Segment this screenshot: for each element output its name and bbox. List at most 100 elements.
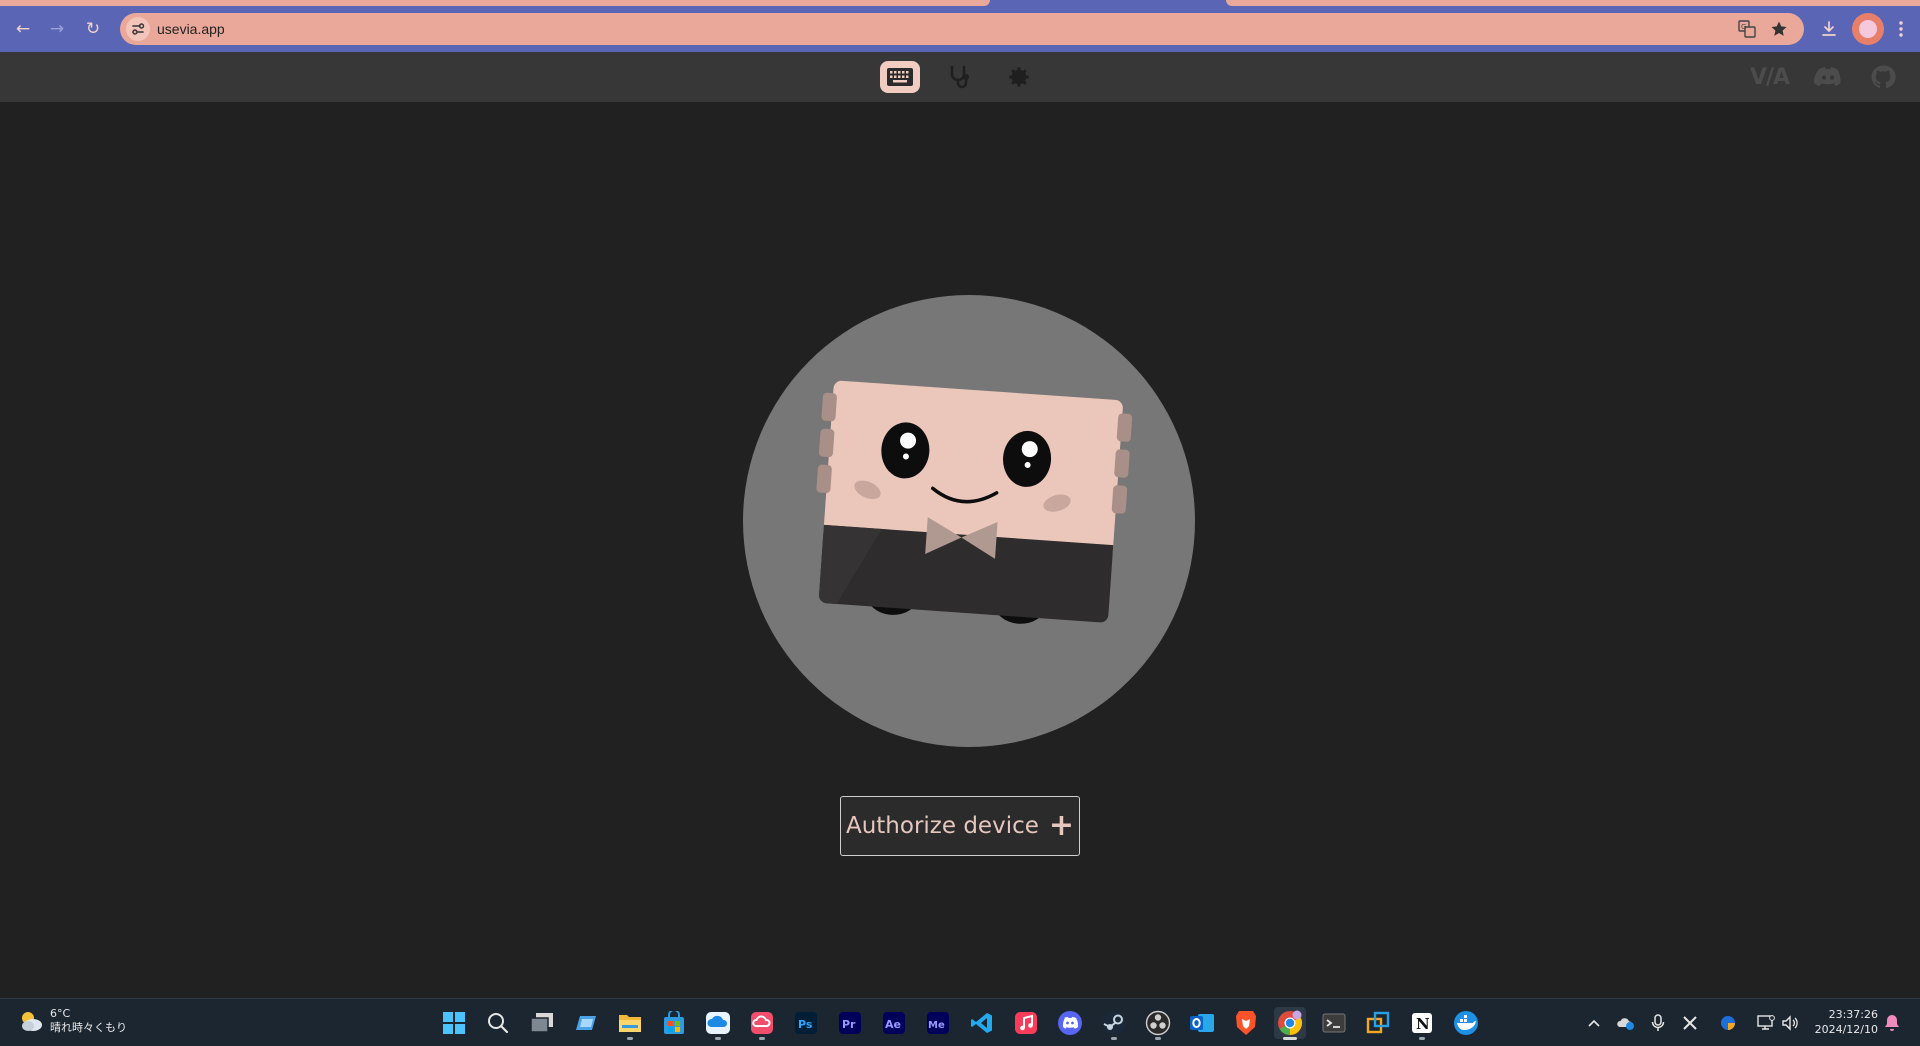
windows-start-icon bbox=[443, 1012, 465, 1034]
authorize-device-button[interactable]: Authorize device + bbox=[840, 796, 1080, 856]
mascot-illustration bbox=[816, 380, 1133, 624]
profile-avatar[interactable] bbox=[1852, 13, 1884, 45]
site-info-icon[interactable] bbox=[126, 17, 150, 41]
taskbar-chrome[interactable] bbox=[1274, 1007, 1306, 1040]
bookmark-star-icon[interactable] bbox=[1768, 19, 1790, 39]
vscode-icon bbox=[971, 1013, 992, 1033]
creative-cloud-icon bbox=[751, 1012, 773, 1034]
url-text[interactable]: usevia.app bbox=[157, 21, 225, 37]
photoshop-icon: Ps bbox=[795, 1012, 817, 1034]
taskbar-creative-cloud[interactable] bbox=[746, 1007, 778, 1040]
obs-icon bbox=[1145, 1010, 1171, 1036]
taskbar-widgets[interactable] bbox=[570, 1007, 602, 1039]
apple-music-icon bbox=[1015, 1012, 1037, 1034]
clock-time: 23:37:26 bbox=[1828, 1008, 1878, 1021]
discord-icon bbox=[1814, 67, 1841, 86]
taskbar-vscode[interactable] bbox=[966, 1007, 998, 1039]
taskbar-obs[interactable] bbox=[1142, 1007, 1174, 1040]
address-bar[interactable]: usevia.app G bbox=[120, 13, 1804, 45]
tray-app-icon[interactable] bbox=[1716, 1011, 1740, 1035]
avatar-image bbox=[1859, 20, 1877, 38]
svg-text:N: N bbox=[1416, 1015, 1430, 1033]
running-indicator bbox=[1283, 1037, 1297, 1040]
terminal-icon bbox=[1322, 1013, 1346, 1033]
tab-settings[interactable] bbox=[999, 61, 1039, 93]
taskbar-apple-music[interactable] bbox=[1010, 1007, 1042, 1039]
svg-text:Pr: Pr bbox=[842, 1018, 856, 1031]
task-view[interactable] bbox=[526, 1007, 558, 1039]
svg-text:G: G bbox=[1741, 23, 1746, 31]
tray-network-icon[interactable] bbox=[1754, 1011, 1778, 1035]
taskbar-docker[interactable] bbox=[1450, 1007, 1482, 1039]
taskbar-media-encoder[interactable]: Me bbox=[922, 1007, 954, 1039]
running-indicator bbox=[715, 1037, 721, 1040]
tab-configure[interactable] bbox=[880, 61, 920, 93]
search-icon bbox=[488, 1013, 509, 1034]
taskbar-outlook[interactable] bbox=[1186, 1007, 1218, 1039]
taskbar-onedrive[interactable] bbox=[702, 1007, 734, 1040]
steam-icon bbox=[1102, 1011, 1126, 1035]
windows-taskbar: 6°C 晴れ時々くもり Ps Pr Ae Me N 23:37:26 2024/… bbox=[0, 998, 1920, 1046]
stethoscope-icon bbox=[950, 65, 969, 89]
browser-chrome: ← → ↻ usevia.app G bbox=[0, 0, 1920, 52]
onedrive-app-icon bbox=[706, 1012, 730, 1034]
taskbar-clock[interactable]: 23:37:26 2024/12/10 bbox=[1800, 1007, 1878, 1037]
taskbar-premiere[interactable]: Pr bbox=[834, 1007, 866, 1039]
task-view-icon bbox=[530, 1013, 553, 1033]
back-button[interactable]: ← bbox=[10, 16, 36, 42]
tray-microphone-icon[interactable] bbox=[1646, 1011, 1670, 1035]
discord-link[interactable] bbox=[1808, 61, 1848, 93]
taskbar-photoshop[interactable]: Ps bbox=[790, 1007, 822, 1039]
github-icon bbox=[1871, 65, 1896, 89]
chrome-icon bbox=[1278, 1010, 1303, 1035]
premiere-icon: Pr bbox=[839, 1012, 861, 1034]
widgets-app-icon bbox=[576, 1016, 596, 1030]
weather-text: 6°C 晴れ時々くもり bbox=[50, 1007, 127, 1035]
keyboard-icon bbox=[887, 68, 913, 86]
taskbar-brave[interactable] bbox=[1230, 1007, 1262, 1039]
taskbar-remote-app[interactable] bbox=[1362, 1007, 1394, 1039]
keyboard-mascot bbox=[743, 295, 1195, 747]
tray-volume-icon[interactable] bbox=[1778, 1011, 1802, 1035]
download-icon[interactable] bbox=[1816, 16, 1842, 42]
reload-button[interactable]: ↻ bbox=[80, 16, 106, 42]
browser-toolbar: ← → ↻ usevia.app G bbox=[0, 6, 1920, 52]
weather-icon bbox=[18, 1008, 44, 1034]
menu-kebab-icon[interactable] bbox=[1888, 16, 1914, 42]
taskbar-search[interactable] bbox=[482, 1007, 514, 1039]
running-indicator bbox=[627, 1037, 633, 1040]
start-button[interactable] bbox=[438, 1007, 470, 1039]
svg-text:Ae: Ae bbox=[885, 1018, 901, 1031]
media-encoder-icon: Me bbox=[927, 1012, 949, 1034]
taskbar-steam[interactable] bbox=[1098, 1007, 1130, 1040]
notification-bell-icon[interactable] bbox=[1882, 1013, 1902, 1033]
app-header: V/A bbox=[0, 52, 1920, 102]
weather-widget[interactable]: 6°C 晴れ時々くもり bbox=[18, 1007, 127, 1035]
tab-test[interactable] bbox=[940, 61, 980, 93]
taskbar-file-explorer[interactable] bbox=[614, 1007, 646, 1040]
discord-icon bbox=[1058, 1011, 1082, 1035]
tray-x-icon[interactable] bbox=[1678, 1011, 1702, 1035]
taskbar-notion[interactable]: N bbox=[1406, 1007, 1438, 1040]
github-link[interactable] bbox=[1863, 61, 1903, 93]
after-effects-icon: Ae bbox=[883, 1012, 905, 1034]
plus-icon: + bbox=[1048, 808, 1075, 843]
brave-icon bbox=[1236, 1011, 1256, 1035]
tray-onedrive-icon[interactable] bbox=[1614, 1011, 1638, 1035]
forward-button[interactable]: → bbox=[44, 16, 70, 42]
taskbar-after-effects[interactable]: Ae bbox=[878, 1007, 910, 1039]
running-indicator bbox=[1155, 1037, 1161, 1040]
taskbar-discord[interactable] bbox=[1054, 1007, 1086, 1039]
taskbar-store[interactable] bbox=[658, 1007, 690, 1039]
tray-overflow-chevron-icon[interactable] bbox=[1582, 1011, 1606, 1035]
file-explorer-icon bbox=[619, 1015, 641, 1032]
authorize-device-label: Authorize device bbox=[845, 813, 1039, 839]
translate-icon[interactable]: G bbox=[1736, 19, 1758, 39]
taskbar-terminal[interactable] bbox=[1318, 1007, 1350, 1039]
weather-temp: 6°C bbox=[50, 1007, 71, 1020]
remote-icon bbox=[1366, 1011, 1390, 1034]
outlook-icon bbox=[1190, 1014, 1214, 1032]
running-indicator bbox=[1111, 1037, 1117, 1040]
clock-date: 2024/12/10 bbox=[1814, 1023, 1878, 1036]
via-logo: V/A bbox=[1750, 65, 1790, 90]
